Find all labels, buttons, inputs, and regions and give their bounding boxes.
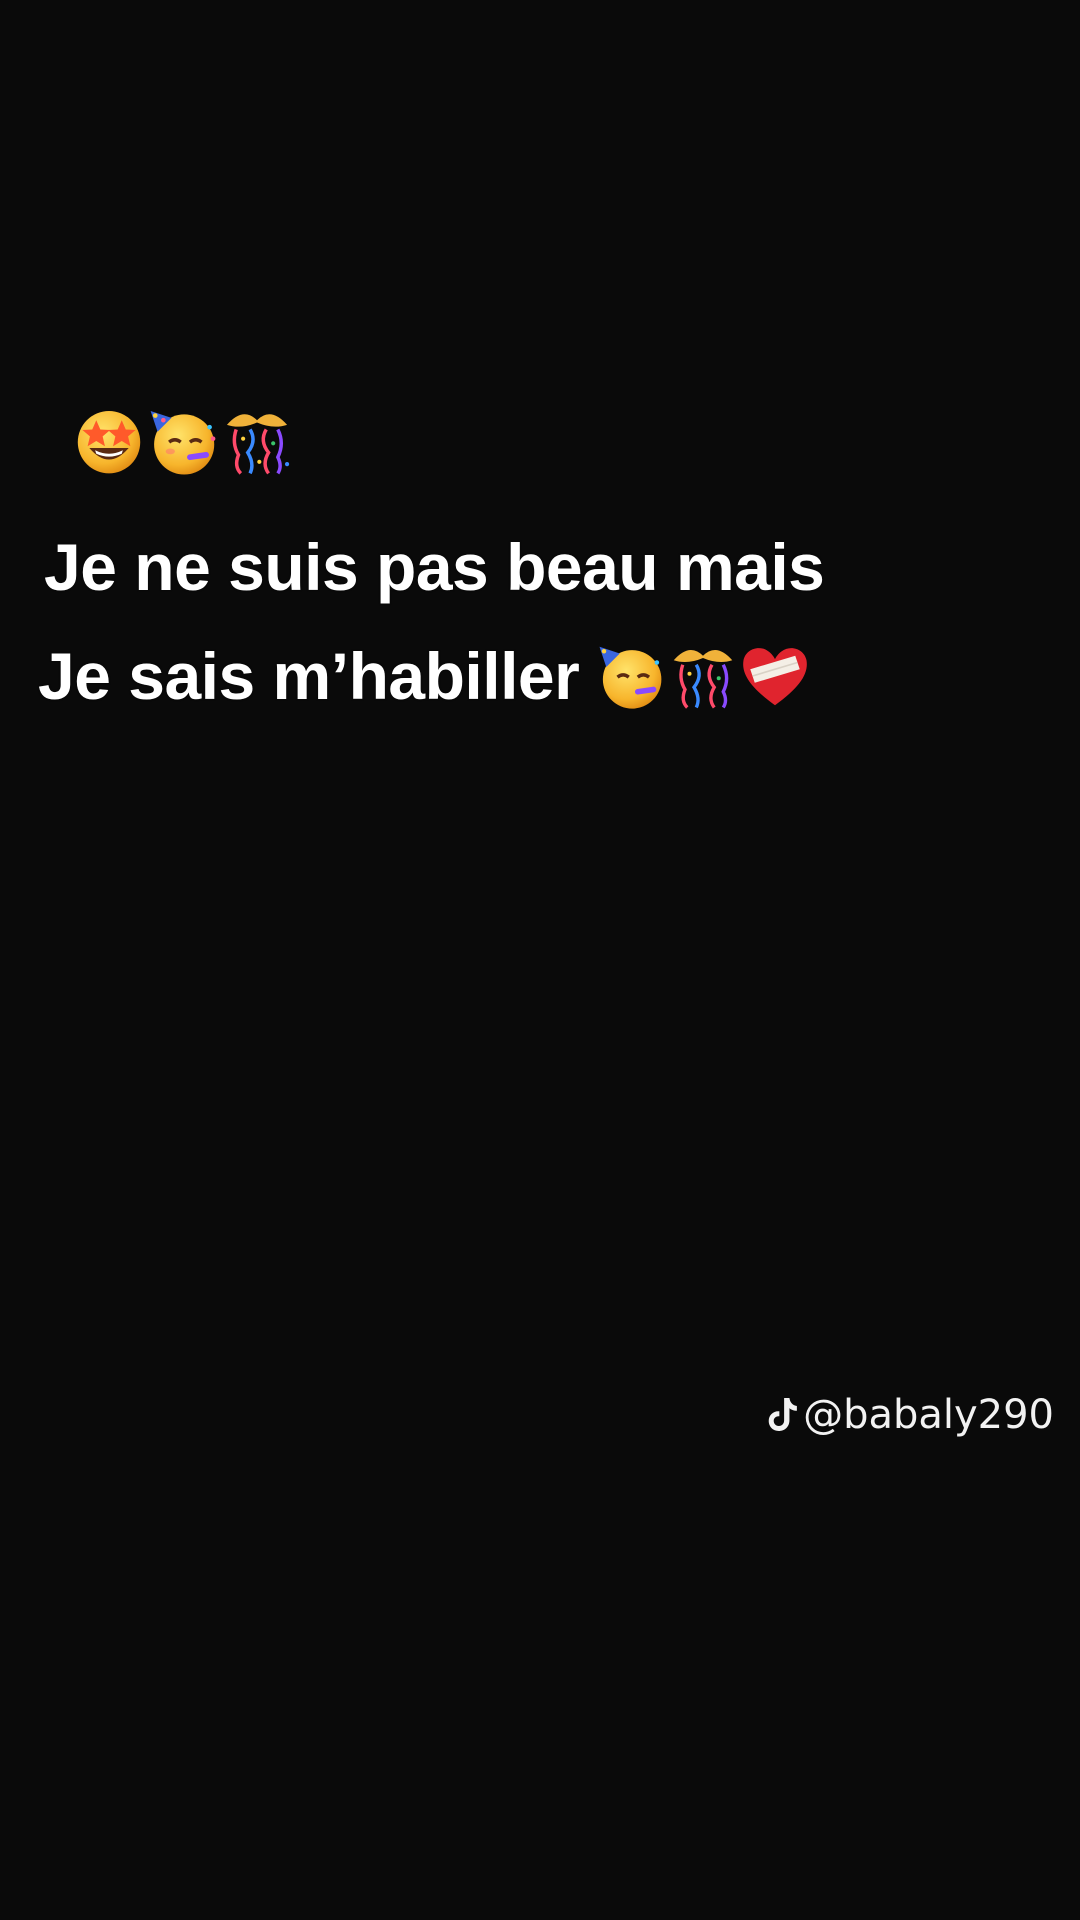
video-frame: Je ne suis pas beau mais Je sais m’habil… [0,0,1080,1920]
caption-emoji-row [72,402,294,480]
confetti-ball-icon [674,649,733,709]
confetti-ball-icon [226,414,290,475]
caption-line-1: Je ne suis pas beau mais [44,530,825,604]
watermark-handle: @babaly290 [803,1392,1054,1438]
tiktok-logo-icon [768,1398,797,1431]
partying-face-icon [599,646,662,709]
caption-line-2-emojis [595,640,811,712]
tiktok-watermark: @babaly290 [765,1390,1054,1440]
star-struck-face-icon [77,410,141,474]
mending-heart-icon [743,648,808,706]
partying-face-icon [150,410,216,475]
caption-line-2: Je sais m’habiller [38,636,811,716]
caption-line-2-text: Je sais m’habiller [38,639,580,713]
